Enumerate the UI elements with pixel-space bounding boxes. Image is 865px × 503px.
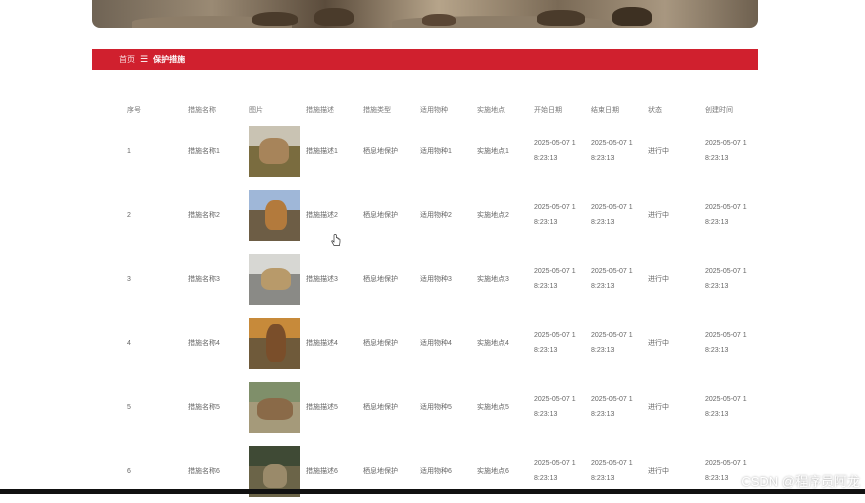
- cell-place: 实施地点2: [477, 211, 509, 219]
- breadcrumb-home-link[interactable]: 首页: [119, 54, 135, 65]
- breadcrumb-current: 保护措施: [153, 55, 186, 64]
- cell-type: 栖息地保护: [363, 211, 398, 219]
- cell-desc: 措施描述5: [306, 403, 338, 411]
- cell-end: 2025-05-07 1 8:23:13: [591, 204, 633, 226]
- breadcrumb-menu-icon: ☰: [140, 54, 149, 64]
- hero-banner-image: [92, 0, 758, 28]
- table-header-row: 序号 措施名称 图片 措施描述 措施类型 适用物种 实施地点 开始日期 结束日期…: [122, 101, 765, 119]
- lion-photo[interactable]: [249, 125, 300, 177]
- cell-status: 进行中: [648, 403, 669, 411]
- col-header-index: 序号: [127, 107, 141, 114]
- bottom-edge: [0, 489, 865, 494]
- table-row[interactable]: 5 措施名称5 措施描述5 栖息地保护 适用物种5 实施地点5 2025-05-…: [122, 375, 765, 439]
- col-header-place: 实施地点: [477, 107, 505, 114]
- cell-start: 2025-05-07 1 8:23:13: [534, 396, 576, 418]
- bear-photo[interactable]: [249, 317, 300, 369]
- cell-place: 实施地点5: [477, 403, 509, 411]
- col-header-type: 措施类型: [363, 107, 391, 114]
- cell-start: 2025-05-07 1 8:23:13: [534, 140, 576, 162]
- cell-place: 实施地点3: [477, 275, 509, 283]
- cell-name: 措施名称5: [188, 403, 220, 411]
- cell-index: 4: [127, 339, 131, 347]
- cell-start: 2025-05-07 1 8:23:13: [534, 204, 576, 226]
- cell-species: 适用物种2: [420, 211, 452, 219]
- cell-name: 措施名称1: [188, 147, 220, 155]
- cell-species: 适用物种3: [420, 275, 452, 283]
- cell-index: 5: [127, 403, 131, 411]
- cell-created: 2025-05-07 1 8:23:13: [705, 396, 747, 418]
- cell-desc: 措施描述1: [306, 147, 338, 155]
- cell-status: 进行中: [648, 211, 669, 219]
- cell-end: 2025-05-07 1 8:23:13: [591, 140, 633, 162]
- col-header-created: 创建时间: [705, 107, 733, 114]
- measures-table: 序号 措施名称 图片 措施描述 措施类型 适用物种 实施地点 开始日期 结束日期…: [122, 101, 765, 503]
- col-header-name: 措施名称: [188, 107, 216, 114]
- cell-index: 3: [127, 275, 131, 283]
- cell-place: 实施地点1: [477, 147, 509, 155]
- cell-start: 2025-05-07 1 8:23:13: [534, 268, 576, 290]
- table-row[interactable]: 2 措施名称2 措施描述2 栖息地保护 适用物种2 实施地点2 2025-05-…: [122, 183, 765, 247]
- cell-status: 进行中: [648, 275, 669, 283]
- horse-photo[interactable]: [249, 189, 300, 241]
- cell-index: 2: [127, 211, 131, 219]
- cell-name: 措施名称3: [188, 275, 220, 283]
- cell-desc: 措施描述4: [306, 339, 338, 347]
- col-header-desc: 措施描述: [306, 107, 334, 114]
- cell-place: 实施地点4: [477, 339, 509, 347]
- col-header-start: 开始日期: [534, 107, 562, 114]
- table-row[interactable]: 1 措施名称1 措施描述1 栖息地保护 适用物种1 实施地点1 2025-05-…: [122, 119, 765, 183]
- hand-cursor-icon: [331, 234, 341, 246]
- cell-desc: 措施描述3: [306, 275, 338, 283]
- leopard-photo[interactable]: [249, 253, 300, 305]
- cell-created: 2025-05-07 1 8:23:13: [705, 332, 747, 354]
- cell-type: 栖息地保护: [363, 147, 398, 155]
- cell-status: 进行中: [648, 147, 669, 155]
- cell-end: 2025-05-07 1 8:23:13: [591, 268, 633, 290]
- cell-end: 2025-05-07 1 8:23:13: [591, 396, 633, 418]
- cell-created: 2025-05-07 1 8:23:13: [705, 268, 747, 290]
- table-row[interactable]: 4 措施名称4 措施描述4 栖息地保护 适用物种4 实施地点4 2025-05-…: [122, 311, 765, 375]
- col-header-species: 适用物种: [420, 107, 448, 114]
- cell-species: 适用物种4: [420, 339, 452, 347]
- col-header-end: 结束日期: [591, 107, 619, 114]
- table-row[interactable]: 3 措施名称3 措施描述3 栖息地保护 适用物种3 实施地点3 2025-05-…: [122, 247, 765, 311]
- cell-type: 栖息地保护: [363, 339, 398, 347]
- cell-created: 2025-05-07 1 8:23:13: [705, 140, 747, 162]
- deer-photo[interactable]: [249, 381, 300, 433]
- cell-species: 适用物种1: [420, 147, 452, 155]
- cell-status: 进行中: [648, 339, 669, 347]
- cell-species: 适用物种5: [420, 403, 452, 411]
- cell-start: 2025-05-07 1 8:23:13: [534, 332, 576, 354]
- cell-name: 措施名称2: [188, 211, 220, 219]
- cell-index: 1: [127, 147, 131, 155]
- cell-created: 2025-05-07 1 8:23:13: [705, 204, 747, 226]
- cell-type: 栖息地保护: [363, 275, 398, 283]
- breadcrumb: 首页 ☰ 保护措施: [92, 49, 758, 70]
- col-header-image: 图片: [249, 107, 263, 114]
- cell-type: 栖息地保护: [363, 403, 398, 411]
- watermark: CSDN @程序员阿龙: [741, 474, 860, 489]
- cell-end: 2025-05-07 1 8:23:13: [591, 332, 633, 354]
- cell-name: 措施名称4: [188, 339, 220, 347]
- col-header-status: 状态: [648, 107, 662, 114]
